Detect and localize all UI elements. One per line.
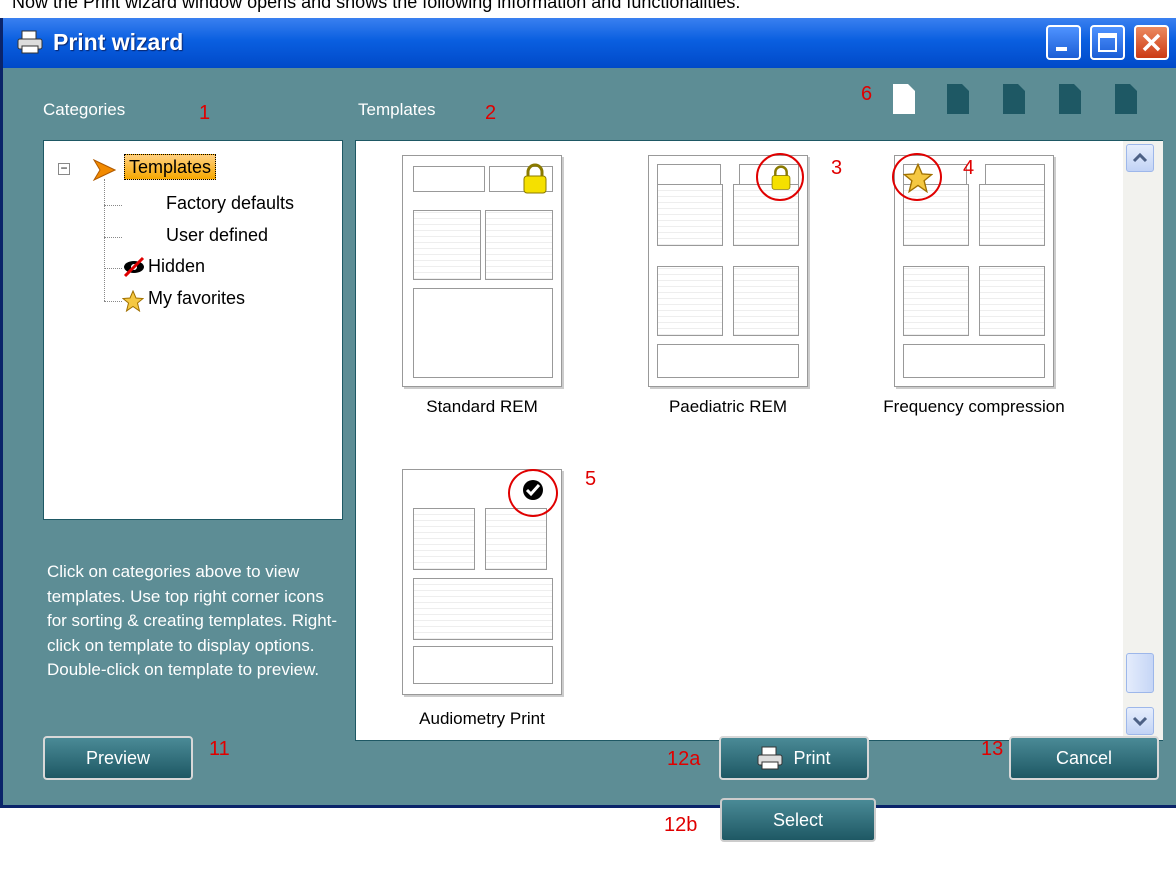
scroll-up-button[interactable] [1126,144,1154,172]
cancel-button[interactable]: Cancel [1009,736,1159,780]
annotation-11: 11 [209,738,230,760]
annotation-12a: 12a [667,748,701,770]
sort-icon-3[interactable] [1059,84,1081,114]
categories-heading: Categories [43,100,126,119]
printer-icon [757,746,783,770]
chevron-up-icon [1132,152,1148,163]
close-icon [1142,33,1161,52]
intro-text: Now the Print wizard window opens and sh… [12,0,741,12]
close-button[interactable] [1134,25,1169,60]
scroll-thumb[interactable] [1126,653,1154,693]
collapse-icon[interactable]: − [58,162,70,175]
annotation-12b: 12b [664,814,698,836]
arrow-right-icon [92,159,116,181]
tree-item-factory-defaults[interactable]: Factory defaults [166,193,294,214]
window-title: Print wizard [53,29,184,55]
help-text: Click on categories above to view templa… [47,562,338,679]
minimize-button[interactable] [1046,25,1081,60]
print-button-label: Print [793,747,831,768]
chevron-down-icon [1132,716,1148,727]
printer-icon [17,30,43,54]
star-icon [122,290,144,312]
lock-icon [523,163,547,194]
templates-panel: Standard REM Paediatric REM Frequency co… [355,140,1163,741]
annotation-13: 13 [981,738,1004,760]
annotation-4: 4 [963,157,975,179]
template-name: Frequency compression [883,397,1065,416]
templates-heading: Templates [358,100,436,119]
print-wizard-window: Print wizard Categories 1 Templates 2 6 … [0,18,1176,808]
tree-item-label: My favorites [148,288,246,308]
select-button[interactable]: Select [720,798,876,842]
template-name: Standard REM [426,397,538,416]
template-name: Paediatric REM [668,397,788,416]
annotation-5: 5 [585,468,597,490]
sort-icon-2[interactable] [1003,84,1025,114]
tree-item-templates[interactable]: Templates [92,154,217,181]
tree-item-label: Templates [124,154,217,180]
tree-item-my-favorites[interactable]: My favorites [122,288,246,312]
preview-button[interactable]: Preview [43,736,193,780]
maximize-icon [1098,33,1117,52]
hidden-eye-icon [123,256,145,278]
maximize-button[interactable] [1090,25,1125,60]
categories-tree: − Templates Factory defaults User define… [43,140,343,520]
annotation-circle [892,153,942,201]
tree-item-hidden[interactable]: Hidden [122,256,206,278]
annotation-1: 1 [199,102,211,124]
annotation-2: 2 [485,102,497,124]
title-bar[interactable]: Print wizard [3,18,1176,68]
sort-icon-4[interactable] [1115,84,1137,114]
sort-icon-1[interactable] [947,84,969,114]
tree-item-label: Hidden [148,256,206,276]
annotation-circle [508,469,558,517]
minimize-icon [1056,47,1067,51]
print-button[interactable]: Print [719,736,869,780]
new-template-icon[interactable] [893,84,915,114]
annotation-3: 3 [831,157,843,179]
vertical-scrollbar[interactable] [1123,141,1163,740]
template-name: Audiometry Print [419,709,545,728]
annotation-6: 6 [861,83,873,105]
scroll-down-button[interactable] [1126,707,1154,735]
annotation-circle [756,153,804,201]
tree-item-user-defined[interactable]: User defined [166,225,268,246]
